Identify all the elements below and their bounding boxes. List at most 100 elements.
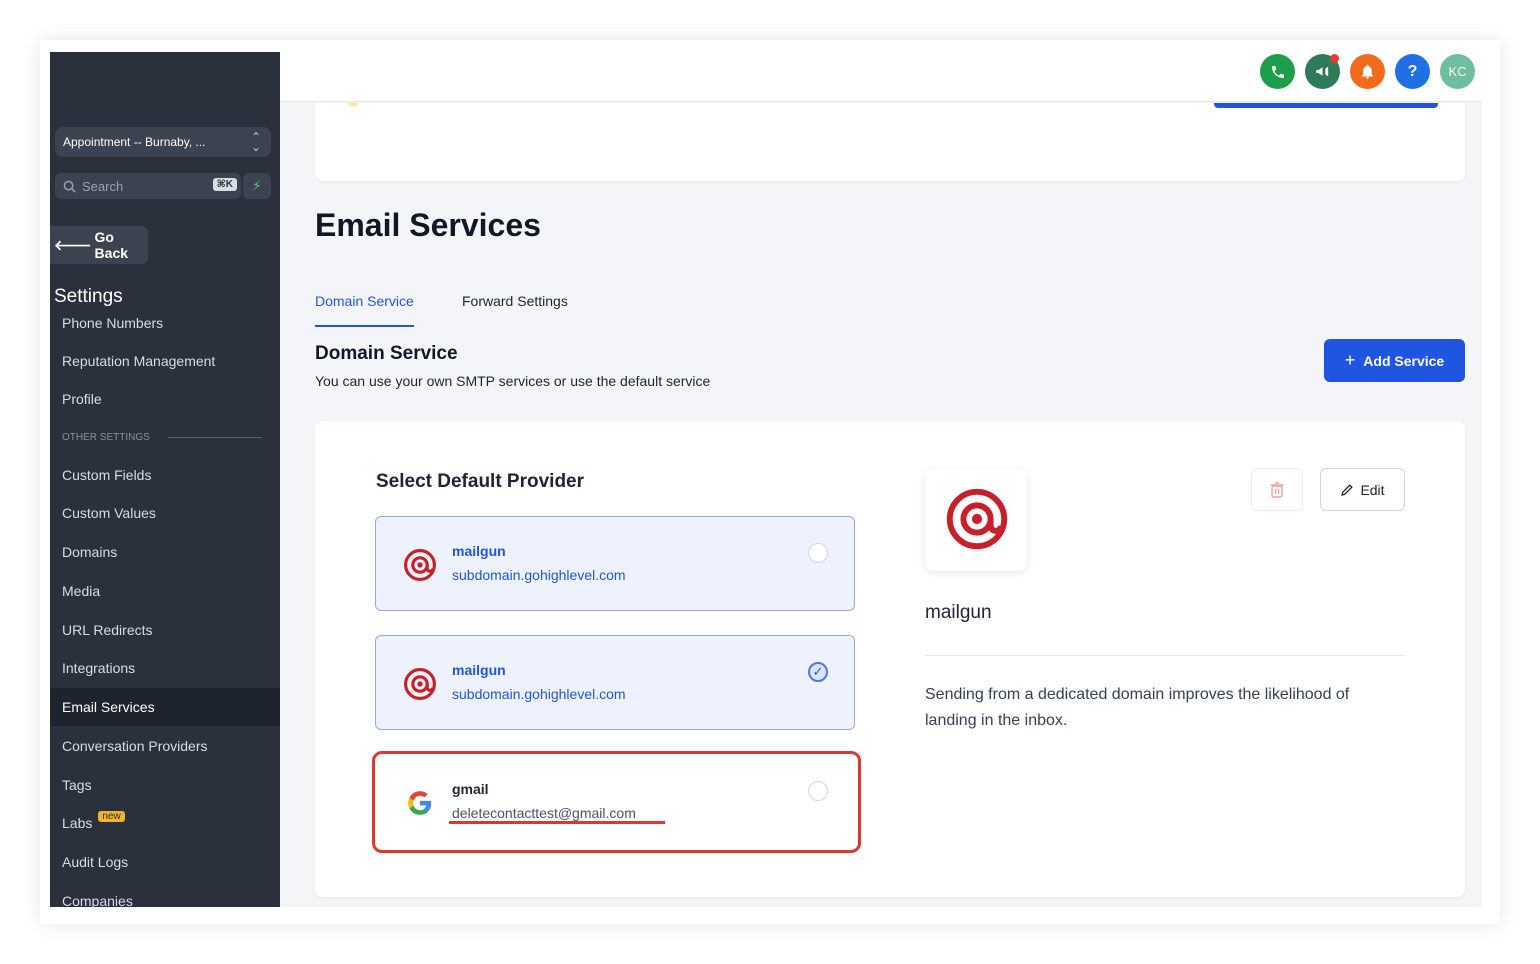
trash-icon	[1270, 481, 1284, 498]
bell-glyph	[1361, 64, 1374, 79]
sidebar-item-label: Phone Numbers	[62, 315, 164, 331]
sidebar-item-label: Audit Logs	[62, 854, 129, 870]
sidebar-item-label: Profile	[62, 391, 102, 407]
sidebar-item-integrations[interactable]: Integrations	[50, 649, 280, 687]
sidebar-search[interactable]: Search ⌘K	[55, 173, 241, 199]
section-description: You can use your own SMTP services or us…	[315, 373, 711, 389]
avatar-initials: KC	[1448, 64, 1467, 79]
sidebar-item-label: Labs	[62, 815, 93, 831]
top-banner	[315, 103, 1465, 181]
sidebar-item-custom-values[interactable]: Custom Values	[50, 494, 280, 532]
quick-action-button[interactable]: ⚡	[243, 173, 271, 199]
location-switcher[interactable]: Appointment -- Burnaby, ... ⌃ ⌄	[55, 127, 271, 157]
avatar[interactable]: KC	[1440, 54, 1475, 89]
highlight-underline	[449, 821, 665, 824]
mailgun-logo-icon	[404, 668, 436, 700]
sidebar-item-label: Media	[62, 583, 101, 599]
provider-option-mailgun-1[interactable]: mailgun subdomain.gohighlevel.com	[375, 516, 855, 611]
add-service-label: Add Service	[1363, 352, 1445, 369]
sidebar-item-email-services[interactable]: Email Services	[50, 688, 280, 726]
provider-option-mailgun-2[interactable]: mailgun subdomain.gohighlevel.com ✓	[375, 635, 855, 730]
plus-icon: +	[1344, 350, 1356, 370]
pencil-icon	[1341, 483, 1354, 496]
sidebar-item-domains[interactable]: Domains	[50, 533, 280, 571]
sidebar-item-labs[interactable]: Labs new	[50, 804, 280, 842]
sidebar-item-label: Reputation Management	[62, 353, 216, 369]
tab-domain-service[interactable]: Domain Service	[315, 293, 414, 327]
megaphone-glyph	[1316, 66, 1329, 77]
provider-card: Select Default Provider mailgun subdomai…	[315, 421, 1465, 897]
edit-button[interactable]: Edit	[1320, 468, 1405, 511]
check-icon: ✓	[812, 664, 824, 679]
sidebar-item-custom-fields[interactable]: Custom Fields	[50, 456, 280, 494]
sidebar-item-label: Custom Fields	[62, 467, 152, 483]
app-frame: Appointment -- Burnaby, ... ⌃ ⌄ Search ⌘K…	[50, 52, 1482, 907]
location-switcher-label: Appointment -- Burnaby, ...	[63, 135, 206, 149]
divider	[925, 655, 1405, 656]
settings-title: Settings	[54, 286, 123, 307]
mailgun-logo-icon	[404, 549, 436, 581]
provider-domain: subdomain.gohighlevel.com	[452, 567, 626, 583]
help-icon[interactable]: ?	[1395, 54, 1430, 89]
sidebar-item-reputation-management[interactable]: Reputation Management	[50, 342, 280, 380]
add-service-button[interactable]: + Add Service	[1324, 339, 1465, 382]
sidebar-item-label: Integrations	[62, 660, 136, 676]
sidebar-item-audit-logs[interactable]: Audit Logs	[50, 843, 280, 881]
search-placeholder: Search	[82, 178, 124, 194]
megaphone-icon[interactable]	[1305, 54, 1340, 89]
sidebar: Appointment -- Burnaby, ... ⌃ ⌄ Search ⌘K…	[50, 52, 280, 907]
highlight-box	[372, 751, 861, 853]
search-shortcut: ⌘K	[212, 178, 237, 191]
sidebar-item-label: Companies	[62, 893, 133, 907]
provider-radio[interactable]	[808, 543, 828, 563]
divider	[167, 437, 262, 438]
arrow-left-icon: 🡐	[54, 236, 92, 253]
select-provider-title: Select Default Provider	[376, 471, 585, 492]
provider-domain: subdomain.gohighlevel.com	[452, 686, 626, 702]
provider-radio-checked[interactable]: ✓	[808, 662, 828, 682]
page-title: Email Services	[315, 207, 541, 243]
delete-button[interactable]	[1251, 468, 1303, 511]
phone-icon[interactable]	[1260, 54, 1295, 89]
chevron-up-down-icon: ⌃ ⌄	[250, 130, 261, 154]
sidebar-item-label: Tags	[62, 777, 92, 793]
go-back-button[interactable]: 🡐 Go Back	[50, 226, 148, 264]
notification-dot	[1330, 54, 1339, 63]
section-label-other-settings: OTHER SETTINGS	[62, 432, 262, 443]
app-window: Appointment -- Burnaby, ... ⌃ ⌄ Search ⌘K…	[40, 40, 1500, 924]
sidebar-item-tags[interactable]: Tags	[50, 766, 280, 804]
top-bar: ? KC	[280, 52, 1482, 102]
sidebar-item-media[interactable]: Media	[50, 572, 280, 610]
sidebar-item-label: Domains	[62, 544, 118, 560]
provider-name: mailgun	[452, 543, 506, 559]
bolt-icon: ⚡	[252, 178, 262, 193]
banner-button-edge[interactable]	[1214, 103, 1438, 108]
phone-glyph	[1271, 65, 1284, 78]
bell-icon[interactable]	[1350, 54, 1385, 89]
search-icon	[63, 180, 76, 193]
main-content: Email Services Domain Service Forward Se…	[280, 103, 1482, 907]
section-label-text: OTHER SETTINGS	[62, 432, 150, 443]
sidebar-item-url-redirects[interactable]: URL Redirects	[50, 611, 280, 649]
sidebar-item-companies[interactable]: Companies	[50, 882, 280, 907]
sidebar-item-label: Conversation Providers	[62, 738, 208, 754]
tab-forward-settings[interactable]: Forward Settings	[462, 293, 568, 327]
go-back-label: Go Back	[94, 229, 129, 261]
banner-illustration	[347, 103, 359, 107]
sidebar-item-label: Custom Values	[62, 505, 156, 521]
provider-name: mailgun	[452, 662, 506, 678]
sidebar-item-label: URL Redirects	[62, 622, 153, 638]
section-title: Domain Service	[315, 343, 458, 364]
new-badge: new	[98, 810, 125, 822]
selected-provider-name: mailgun	[925, 602, 992, 623]
selected-provider-logo	[925, 469, 1027, 571]
sidebar-item-profile[interactable]: Profile	[50, 380, 280, 418]
selected-provider-description: Sending from a dedicated domain improves…	[925, 686, 1350, 729]
help-glyph: ?	[1407, 62, 1418, 80]
sidebar-item-label: Email Services	[62, 699, 155, 715]
sidebar-item-conversation-providers[interactable]: Conversation Providers	[50, 727, 280, 765]
settings-nav: Phone Numbers Reputation Management Prof…	[50, 313, 280, 907]
edit-label: Edit	[1360, 481, 1385, 498]
mailgun-logo-icon	[946, 488, 1008, 550]
sidebar-item-phone-numbers[interactable]: Phone Numbers	[50, 313, 280, 342]
